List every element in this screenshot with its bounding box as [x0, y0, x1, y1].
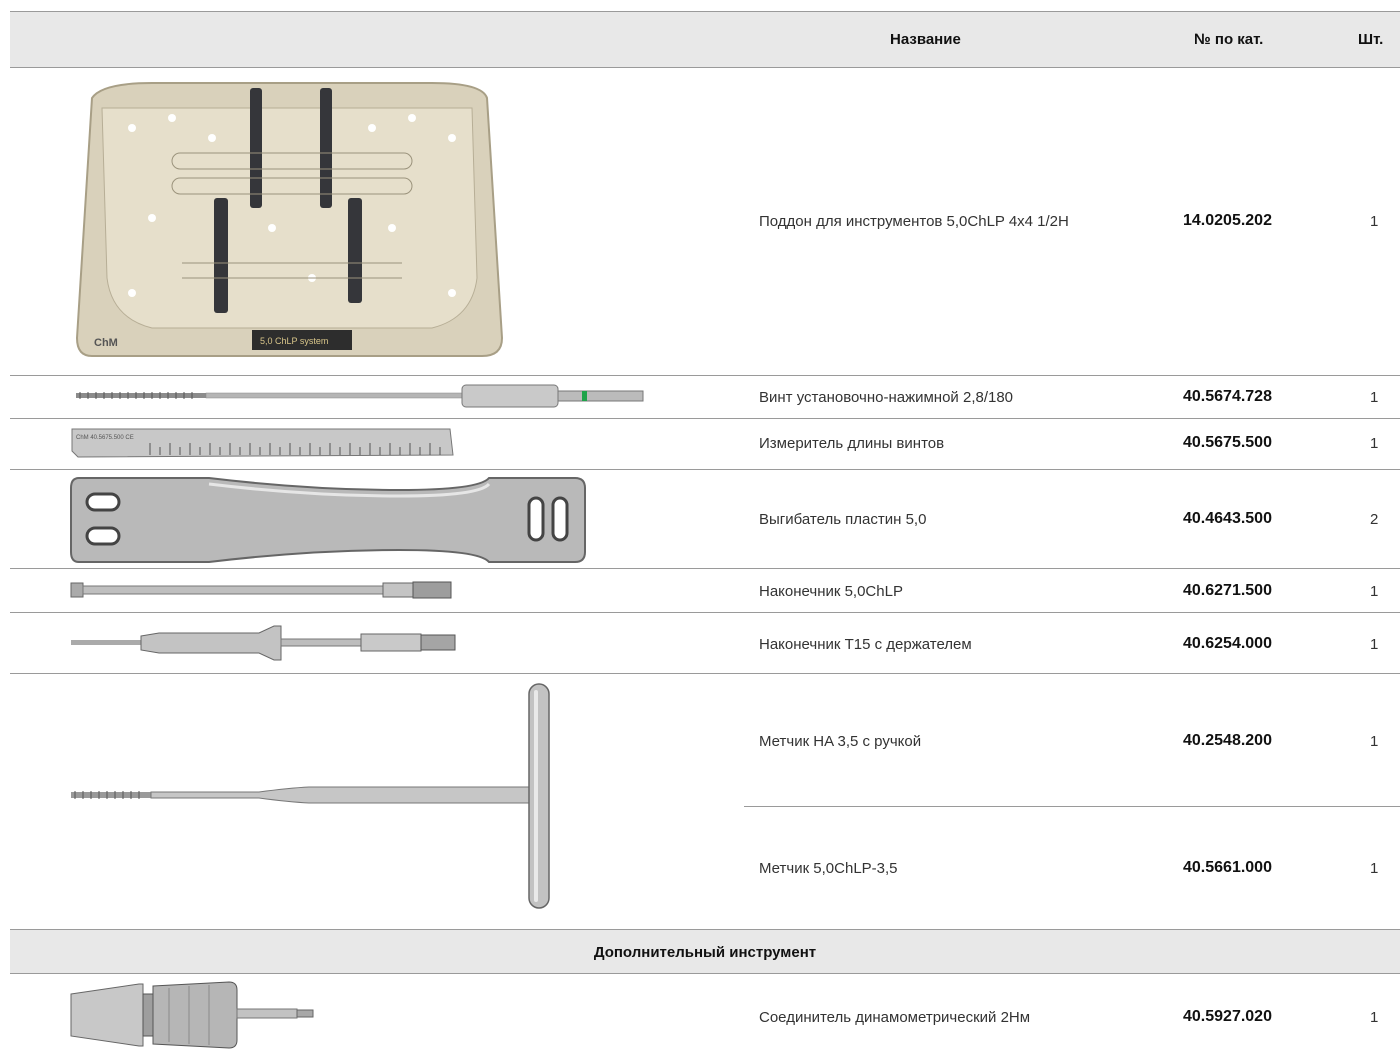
item-name: Наконечник 5,0ChLP — [759, 583, 903, 600]
item-name: Метчик 5,0ChLP-3,5 — [759, 860, 898, 877]
torque-connector-image — [69, 980, 319, 1050]
tray-plate-label: 5,0 ChLP system — [260, 336, 328, 346]
tip-rod-image — [69, 579, 454, 603]
item-qty: 1 — [1370, 1009, 1379, 1026]
plate-bender-image — [69, 476, 589, 564]
item-catalog: 40.6254.000 — [1183, 635, 1272, 652]
item-qty: 1 — [1370, 860, 1379, 877]
divider — [10, 973, 1400, 974]
item-qty: 1 — [1370, 389, 1379, 406]
item-catalog: 14.0205.202 — [1183, 212, 1272, 229]
table-header — [10, 11, 1400, 67]
item-catalog: 40.4643.500 — [1183, 510, 1272, 527]
item-name: Винт установочно-нажимной 2,8/180 — [759, 389, 1014, 406]
tap-t-handle-image — [69, 682, 554, 912]
item-qty: 1 — [1370, 583, 1379, 600]
item-name: Измеритель длины винтов — [759, 435, 945, 452]
item-catalog: 40.5661.000 — [1183, 859, 1272, 876]
divider — [10, 929, 1400, 930]
item-name: Выгибатель пластин 5,0 — [759, 511, 927, 528]
item-qty: 1 — [1370, 435, 1379, 452]
divider — [10, 469, 1400, 470]
instrument-tray-image: ChM 5,0 ChLP system — [72, 78, 512, 363]
item-name: Метчик HA 3,5 с ручкой — [759, 733, 922, 750]
item-catalog: 40.5674.728 — [1183, 388, 1272, 405]
item-catalog: 40.5675.500 — [1183, 434, 1272, 451]
item-catalog: 40.5927.020 — [1183, 1008, 1272, 1025]
item-name: Соединитель динамометрический 2Нм — [759, 1009, 1031, 1026]
header-qty: Шт. — [1358, 31, 1384, 48]
item-name: Поддон для инструментов 5,0ChLP 4x4 1/2H — [759, 213, 1069, 230]
header-name: Название — [890, 31, 961, 48]
t15-tip-holder-image — [69, 618, 459, 668]
divider — [10, 568, 1400, 569]
item-qty: 1 — [1370, 733, 1379, 750]
item-qty: 1 — [1370, 636, 1379, 653]
section-title: Дополнительный инструмент — [593, 944, 817, 961]
divider — [744, 806, 1400, 807]
screw-length-gauge-image: ChM 40.5675.500 CE — [70, 425, 455, 461]
divider — [10, 375, 1400, 376]
tray-brand-label: ChM — [94, 337, 118, 349]
item-name: Наконечник T15 с держателем — [759, 636, 972, 653]
setting-screw-image — [72, 383, 647, 411]
divider — [10, 673, 1400, 674]
header-catalog: № по кат. — [1194, 31, 1264, 48]
item-catalog: 40.6271.500 — [1183, 582, 1272, 599]
item-qty: 1 — [1370, 213, 1379, 230]
divider — [10, 612, 1400, 613]
item-qty: 2 — [1370, 511, 1379, 528]
divider — [10, 11, 1400, 12]
divider — [10, 418, 1400, 419]
gauge-label: ChM 40.5675.500 CE — [76, 435, 134, 441]
item-catalog: 40.2548.200 — [1183, 732, 1272, 749]
divider — [10, 67, 1400, 68]
